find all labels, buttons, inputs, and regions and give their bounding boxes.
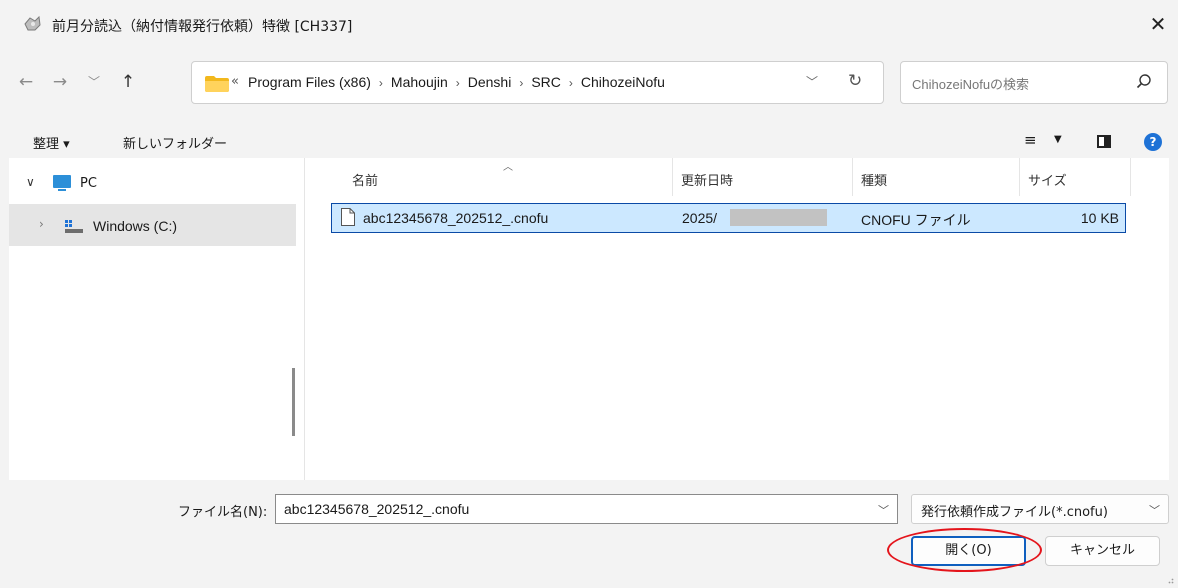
view-options-icon[interactable]: ≡ bbox=[1024, 131, 1037, 149]
search-icon[interactable] bbox=[1135, 73, 1153, 91]
breadcrumb-item[interactable]: Denshi bbox=[468, 74, 512, 90]
redacted-date bbox=[730, 209, 827, 226]
column-header-name[interactable]: 名前 bbox=[352, 170, 378, 189]
column-separator[interactable] bbox=[1130, 158, 1131, 196]
search-input[interactable]: ChihozeiNofuの検索 bbox=[900, 61, 1168, 104]
column-separator[interactable] bbox=[1019, 158, 1020, 196]
filename-label: ファイル名(N): bbox=[178, 505, 268, 520]
column-header-size[interactable]: サイズ bbox=[1028, 170, 1067, 189]
cancel-button[interactable]: キャンセル bbox=[1045, 536, 1160, 566]
column-header-type[interactable]: 種類 bbox=[861, 170, 887, 189]
breadcrumb-separator-icon[interactable]: › bbox=[379, 76, 383, 90]
column-separator[interactable] bbox=[852, 158, 853, 196]
breadcrumb-separator-icon[interactable]: › bbox=[456, 76, 460, 90]
navigation-pane: ∨ PC › Windows (C:) bbox=[9, 158, 296, 480]
file-open-dialog: 前月分読込（納付情報発行依頼）特徴 [CH337] ✕ ← → ﹀ ↑ « Pr… bbox=[0, 0, 1178, 588]
navigation-scrollbar[interactable] bbox=[292, 368, 295, 436]
filetype-dropdown-icon[interactable]: ﹀ bbox=[1149, 502, 1160, 518]
file-icon bbox=[341, 208, 355, 226]
breadcrumb-separator-icon[interactable]: › bbox=[519, 76, 523, 90]
filetype-value: 発行依頼作成ファイル(*.cnofu) bbox=[921, 505, 1108, 520]
filename-field[interactable]: abc12345678_202512_.cnofu ﹀ bbox=[275, 494, 898, 524]
filename-dropdown-icon[interactable]: ﹀ bbox=[878, 502, 889, 518]
column-header-modified[interactable]: 更新日時 bbox=[681, 170, 733, 189]
drive-icon bbox=[65, 220, 83, 233]
pane-divider[interactable] bbox=[304, 158, 305, 480]
preview-pane-icon[interactable] bbox=[1097, 135, 1111, 148]
open-button[interactable]: 開く(O) bbox=[911, 536, 1026, 566]
file-modified: 2025/ bbox=[682, 210, 718, 226]
filename-value[interactable]: abc12345678_202512_.cnofu bbox=[284, 501, 469, 517]
window-title: 前月分読込（納付情報発行依頼）特徴 [CH337] bbox=[52, 19, 353, 35]
file-row[interactable]: abc12345678_202512_.cnofu 2025/ CNOFU ファ… bbox=[331, 203, 1126, 233]
resize-grip-icon[interactable] bbox=[1166, 576, 1174, 584]
file-name: abc12345678_202512_.cnofu bbox=[363, 210, 549, 226]
pc-expand-icon[interactable]: ∨ bbox=[26, 175, 35, 189]
organize-menu[interactable]: 整理 ▾ bbox=[33, 133, 70, 152]
drive-expand-icon[interactable]: › bbox=[39, 217, 44, 231]
breadcrumb-item[interactable]: Program Files (x86) bbox=[248, 74, 371, 90]
title-bar: 前月分読込（納付情報発行依頼）特徴 [CH337] ✕ bbox=[0, 0, 1178, 50]
main-area: ∨ PC › Windows (C:) ︿ 名前 更新日時 種類 サイズ abc… bbox=[9, 158, 1169, 480]
back-button[interactable]: ← bbox=[14, 70, 38, 94]
breadcrumb-item[interactable]: Mahoujin bbox=[391, 74, 448, 90]
help-icon[interactable]: ? bbox=[1144, 133, 1162, 151]
sort-ascending-icon: ︿ bbox=[503, 162, 513, 173]
file-size: 10 KB bbox=[1080, 210, 1119, 226]
folder-icon bbox=[205, 76, 229, 92]
file-type: CNOFU ファイル bbox=[861, 212, 971, 228]
pc-icon bbox=[53, 175, 71, 191]
app-icon bbox=[24, 15, 41, 31]
hidden-crumbs-chevron[interactable]: « bbox=[231, 74, 239, 89]
forward-button[interactable]: → bbox=[48, 70, 72, 94]
tree-item-pc[interactable]: PC bbox=[80, 176, 97, 191]
recent-locations-button[interactable]: ﹀ bbox=[82, 70, 106, 94]
refresh-icon[interactable]: ↻ bbox=[848, 71, 862, 91]
address-history-dropdown-icon[interactable]: ﹀ bbox=[806, 73, 818, 90]
breadcrumb-separator-icon[interactable]: › bbox=[569, 76, 573, 90]
filetype-select[interactable]: 発行依頼作成ファイル(*.cnofu) ﹀ bbox=[911, 494, 1169, 524]
breadcrumb-item[interactable]: ChihozeiNofu bbox=[581, 74, 665, 90]
address-bar[interactable]: « Program Files (x86) › Mahoujin › Denshi › SR… bbox=[191, 61, 884, 104]
close-button[interactable]: ✕ bbox=[1138, 6, 1178, 42]
view-options-caret-icon[interactable]: ▼ bbox=[1054, 134, 1062, 145]
up-button[interactable]: ↑ bbox=[116, 70, 140, 94]
column-separator[interactable] bbox=[672, 158, 673, 196]
search-placeholder: ChihozeiNofuの検索 bbox=[912, 77, 1030, 92]
new-folder-button[interactable]: 新しいフォルダー bbox=[123, 133, 227, 152]
breadcrumb-item[interactable]: SRC bbox=[531, 74, 561, 90]
breadcrumb: Program Files (x86) › Mahoujin › Denshi › SRC ›… bbox=[248, 74, 665, 90]
tree-item-windows-c-label: Windows (C:) bbox=[93, 218, 178, 234]
